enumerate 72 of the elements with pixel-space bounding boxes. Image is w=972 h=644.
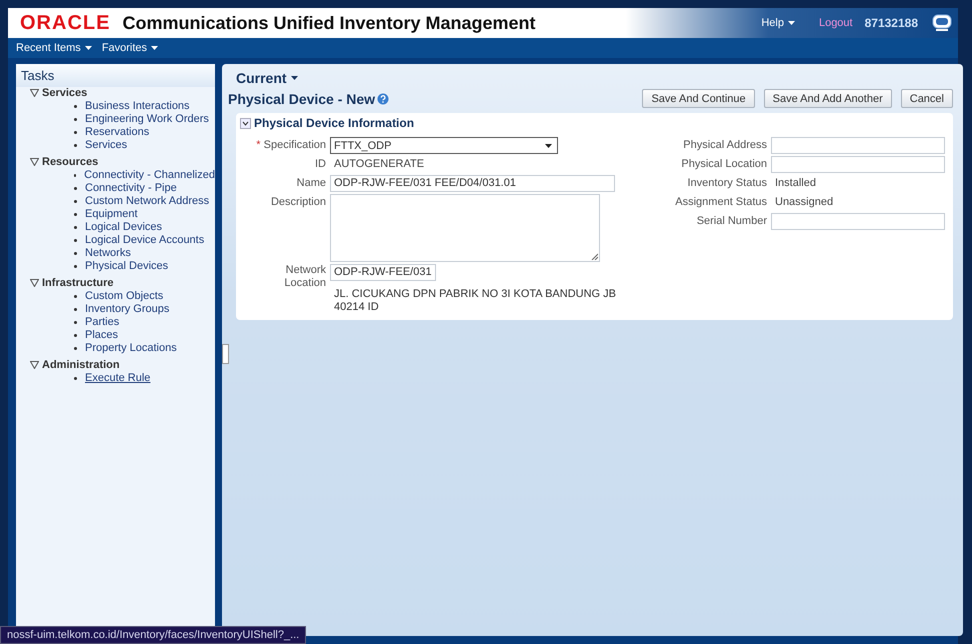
user-name: 87132188 bbox=[864, 16, 918, 30]
disclosure-icon[interactable] bbox=[30, 158, 39, 166]
task-link[interactable]: Equipment bbox=[85, 208, 138, 221]
action-button[interactable]: Save And Continue bbox=[642, 89, 755, 108]
field-label: Network Location bbox=[283, 264, 326, 290]
help-icon[interactable] bbox=[377, 92, 390, 104]
task-link[interactable]: Engineering Work Orders bbox=[85, 113, 209, 126]
field-value: Installed bbox=[774, 176, 817, 191]
collapse-icon[interactable] bbox=[240, 118, 251, 128]
task-link[interactable]: Execute Rule bbox=[85, 372, 150, 385]
task-link[interactable]: Logical Devices bbox=[85, 221, 162, 234]
input-field[interactable] bbox=[771, 156, 945, 173]
input-field[interactable]: ODP-RJW-FEE/031 FEE/D04/031.01 bbox=[330, 175, 615, 192]
field-value: AUTOGENERATE bbox=[333, 157, 426, 172]
user-icon[interactable] bbox=[932, 14, 952, 32]
resize-grip-icon bbox=[591, 253, 598, 260]
task-link[interactable]: Logical Device Accounts bbox=[85, 234, 204, 247]
task-link[interactable]: Connectivity - Channelized bbox=[84, 169, 215, 182]
caret-icon bbox=[84, 46, 92, 50]
disclosure-icon[interactable] bbox=[30, 89, 39, 97]
caret-icon bbox=[788, 21, 795, 25]
group-heading: Administration bbox=[42, 359, 120, 371]
current-menu[interactable]: Current bbox=[228, 70, 953, 86]
task-link[interactable]: Networks bbox=[85, 247, 131, 260]
group-heading: Services bbox=[42, 87, 88, 99]
action-button[interactable]: Cancel bbox=[900, 89, 953, 108]
task-link[interactable]: Services bbox=[85, 139, 128, 152]
input-field[interactable] bbox=[771, 213, 945, 230]
task-link[interactable]: Inventory Groups bbox=[85, 303, 170, 316]
page-title: Physical Device - New bbox=[228, 90, 376, 106]
task-link[interactable]: Parties bbox=[85, 316, 120, 329]
caret-icon bbox=[290, 76, 298, 80]
field-label: Inventory Status bbox=[686, 176, 767, 191]
task-link[interactable]: Property Locations bbox=[85, 342, 177, 355]
field-label: ID bbox=[314, 157, 326, 172]
task-link[interactable]: Physical Devices bbox=[85, 260, 168, 273]
field-label: Physical Address bbox=[682, 138, 767, 153]
disclosure-icon[interactable] bbox=[30, 279, 39, 287]
panel-title: Tasks bbox=[16, 64, 215, 87]
group-heading: Infrastructure bbox=[42, 277, 114, 289]
field-label: Physical Location bbox=[680, 157, 767, 172]
task-link[interactable]: Custom Network Address bbox=[85, 195, 210, 208]
section-title: Physical Device Information bbox=[254, 116, 414, 130]
task-link[interactable]: Business Interactions bbox=[85, 100, 190, 113]
specification-dropdown[interactable]: FTTX_ODP bbox=[330, 137, 558, 154]
group-heading: Resources bbox=[42, 156, 98, 168]
task-link[interactable]: Custom Objects bbox=[85, 290, 164, 303]
input-field[interactable] bbox=[771, 137, 945, 154]
field-label: Assignment Status bbox=[674, 195, 767, 210]
address-text: JL. CICUKANG DPN PABRIK NO 3I KOTA BANDUNG JB 40214 ID bbox=[334, 288, 617, 314]
nav-menu[interactable]: Favorites bbox=[102, 42, 158, 54]
field-label: * Specification bbox=[255, 138, 326, 153]
caret-icon bbox=[151, 46, 158, 50]
status-bar: nossf-uim.telkom.co.id/Inventory/faces/InventoryUIShell?_... bbox=[0, 626, 306, 644]
help-menu[interactable]: Help bbox=[761, 17, 795, 29]
input-field[interactable]: ODP-RJW-FEE/031 bbox=[330, 264, 436, 281]
task-link[interactable]: Reservations bbox=[85, 126, 150, 139]
nav-menu[interactable]: Recent Items bbox=[16, 42, 92, 54]
field-label: Description bbox=[270, 195, 326, 210]
action-button[interactable]: Save And Add Another bbox=[764, 89, 892, 108]
logo: ORACLE bbox=[20, 12, 110, 34]
field-value: Unassigned bbox=[774, 195, 834, 210]
logout-link[interactable]: Logout bbox=[818, 17, 853, 29]
task-link[interactable]: Places bbox=[85, 329, 118, 342]
caret-icon bbox=[545, 144, 552, 148]
field-label: Serial Number bbox=[696, 214, 767, 229]
disclosure-icon[interactable] bbox=[30, 361, 39, 369]
description-field[interactable] bbox=[330, 194, 600, 262]
splitter-handle[interactable] bbox=[222, 344, 229, 364]
app-title: Communications Unified Inventory Management bbox=[122, 12, 537, 34]
field-label: Name bbox=[296, 176, 326, 191]
task-link[interactable]: Connectivity - Pipe bbox=[85, 182, 177, 195]
